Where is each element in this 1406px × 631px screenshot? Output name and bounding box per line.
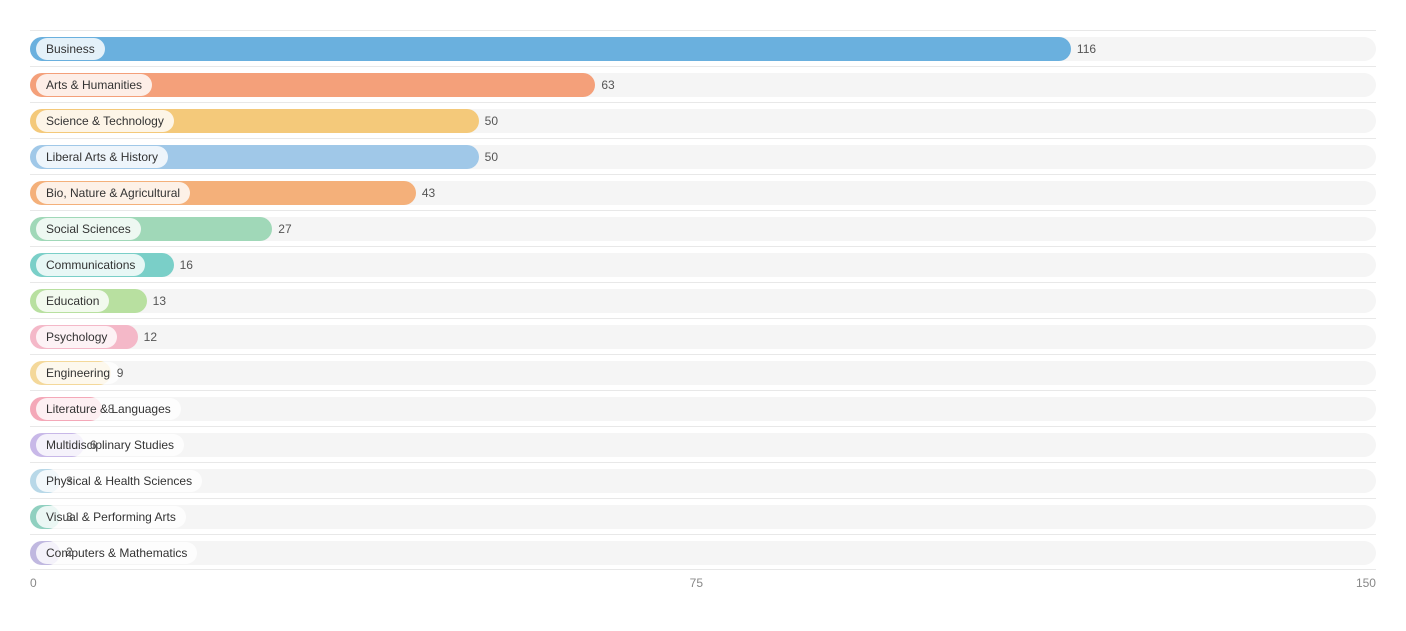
bar-value: 8 (108, 402, 115, 416)
bar-label: Social Sciences (36, 218, 141, 240)
bar-row: Literature & Languages8 (30, 390, 1376, 426)
bar-value: 50 (485, 114, 498, 128)
bar-row: Science & Technology 50 (30, 102, 1376, 138)
bar-label: Communications (36, 254, 145, 276)
bar-value: 16 (180, 258, 193, 272)
bar-label: Business (36, 38, 105, 60)
bar-row: Engineering9 (30, 354, 1376, 390)
bar-label: Science & Technology (36, 110, 174, 132)
bar-value: 63 (601, 78, 614, 92)
x-axis: 0 75 150 (30, 570, 1376, 590)
chart-wrapper: Business116Arts & Humanities63Science & … (30, 30, 1376, 590)
x-axis-label: 75 (690, 576, 703, 590)
bar-value: 3 (66, 474, 73, 488)
bar-row: Education 13 (30, 282, 1376, 318)
bar-value: 27 (278, 222, 291, 236)
x-axis-label: 150 (1356, 576, 1376, 590)
bar-value: 3 (66, 510, 73, 524)
bar-row: Bio, Nature & Agricultural 43 (30, 174, 1376, 210)
bar-value: 6 (90, 438, 97, 452)
bar-value: 116 (1077, 42, 1096, 56)
bar-label: Visual & Performing Arts (36, 506, 186, 528)
bar-row: Business 116 (30, 30, 1376, 66)
bar-value: 13 (153, 294, 166, 308)
bar-row: Psychology 12 (30, 318, 1376, 354)
bar-row: Liberal Arts & History 50 (30, 138, 1376, 174)
bar-value: 2 (66, 545, 73, 559)
bar-label: Computers & Mathematics (36, 542, 197, 564)
bar-label: Psychology (36, 326, 117, 348)
bar-row: Arts & Humanities 63 (30, 66, 1376, 102)
bar-label: Arts & Humanities (36, 74, 152, 96)
bar-row: Multidisciplinary Studies6 (30, 426, 1376, 462)
x-axis-label: 0 (30, 576, 37, 590)
bar-row: Communications 16 (30, 246, 1376, 282)
bar-value: 9 (117, 366, 124, 380)
bar-value: 43 (422, 186, 435, 200)
bar-label: Education (36, 290, 109, 312)
chart-area: Business116Arts & Humanities63Science & … (30, 30, 1376, 570)
bar-value: 50 (485, 150, 498, 164)
bar-label: Multidisciplinary Studies (36, 434, 184, 456)
bar-label: Liberal Arts & History (36, 146, 168, 168)
bar-label: Physical & Health Sciences (36, 470, 202, 492)
bar-row: Physical & Health Sciences3 (30, 462, 1376, 498)
bar-row: Computers & Mathematics2 (30, 534, 1376, 570)
bar-value: 12 (144, 330, 157, 344)
bar-label: Bio, Nature & Agricultural (36, 182, 190, 204)
bar-row: Social Sciences 27 (30, 210, 1376, 246)
bar-row: Visual & Performing Arts3 (30, 498, 1376, 534)
bar-label: Engineering (36, 362, 120, 384)
